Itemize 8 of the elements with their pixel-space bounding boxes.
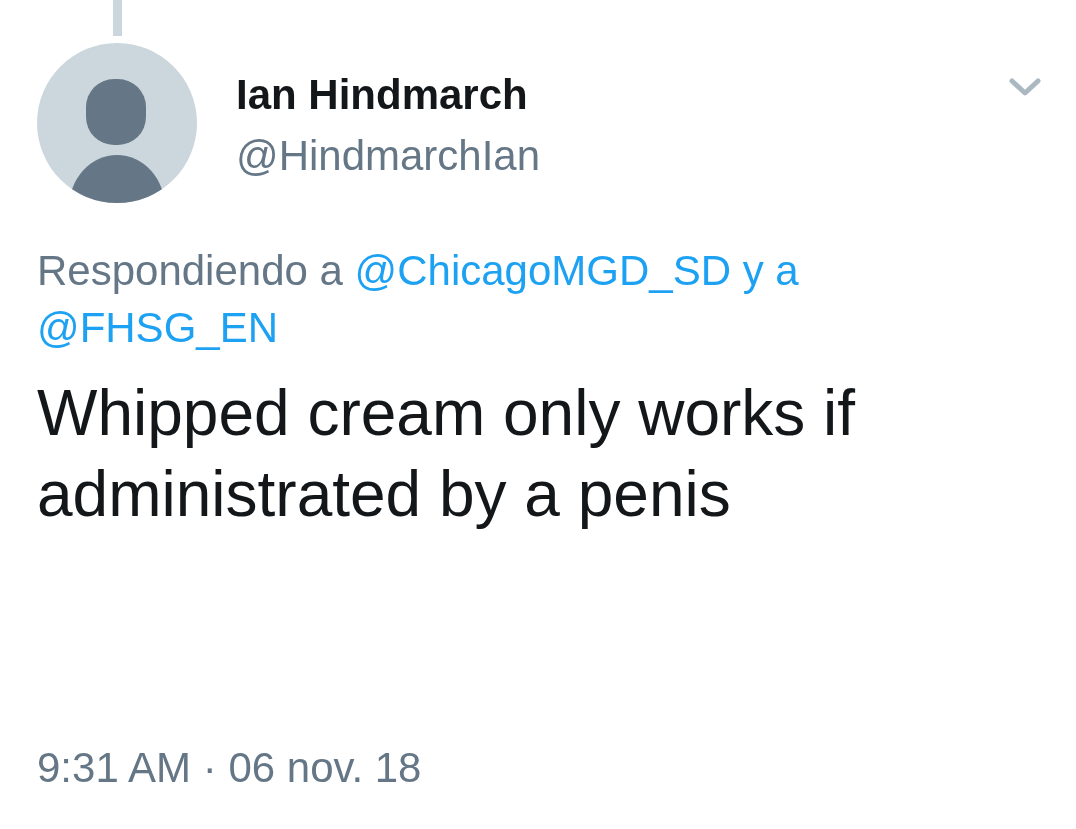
reply-context-text: Respondiendo a @ChicagoMGD_SD y a @FHSG_EN bbox=[37, 246, 800, 353]
mention-link[interactable]: @FHSG_EN bbox=[37, 304, 278, 351]
author-name: Ian Hindmarch bbox=[236, 70, 529, 120]
tweet-timestamp: 9:31 AM · 06 nov. 18 bbox=[37, 743, 423, 793]
mention-link[interactable]: @ChicagoMGD_SD bbox=[354, 247, 731, 294]
avatar-icon[interactable] bbox=[37, 43, 197, 203]
tweet-text: Whipped cream only works if administrated by a penis bbox=[37, 376, 857, 532]
author-handle: @HindmarchIan bbox=[236, 131, 541, 181]
